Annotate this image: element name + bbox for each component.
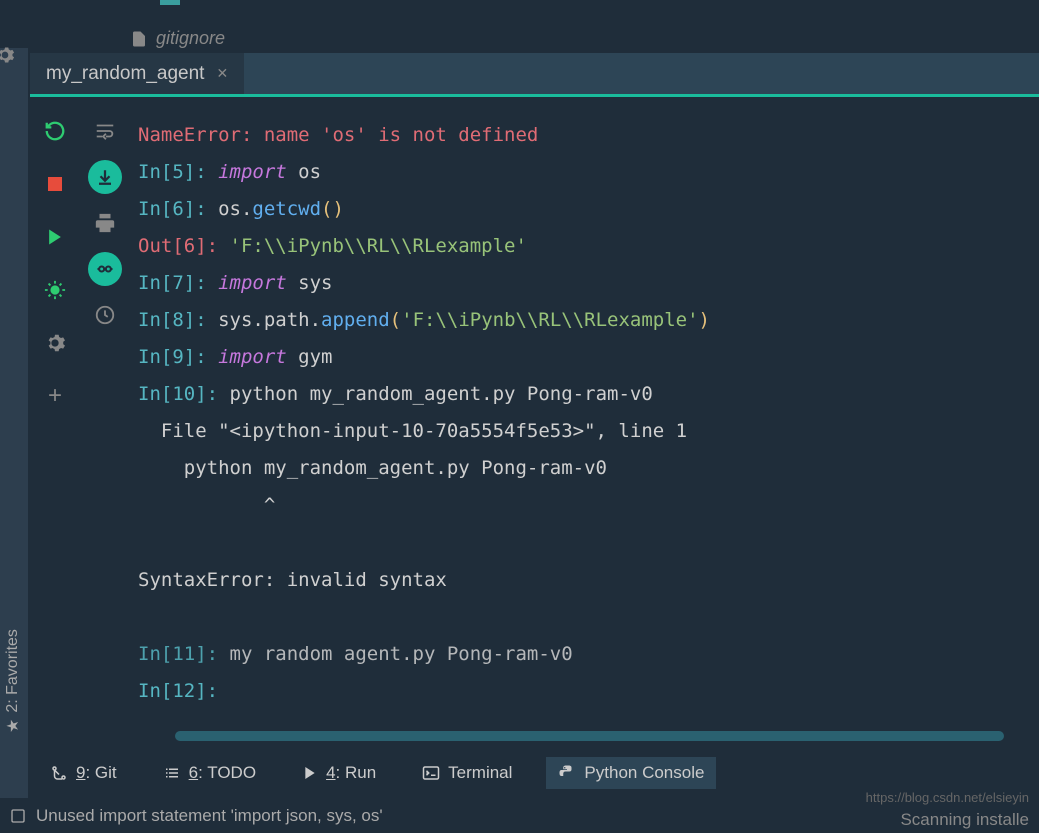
in11: In[11]: my random agent.py Pong-ram-v0	[138, 636, 1031, 673]
list-icon	[163, 764, 181, 782]
history-icon[interactable]	[91, 301, 119, 329]
action-column-1: +	[30, 97, 80, 753]
traceback-caret: ^	[138, 487, 1031, 524]
in5: In[5]: import os	[138, 154, 1031, 191]
syntax-error: SyntaxError: invalid syntax	[138, 562, 1031, 599]
terminal-icon	[422, 764, 440, 782]
in8: In[8]: sys.path.append('F:\\iPynb\\RL\\R…	[138, 302, 1031, 339]
debug-icon[interactable]	[41, 276, 69, 304]
python-icon	[558, 764, 576, 782]
favorites-label: 2: Favorites	[4, 629, 22, 713]
play-icon[interactable]	[41, 223, 69, 251]
settings-gear-icon[interactable]	[0, 45, 15, 70]
settings-icon[interactable]	[41, 329, 69, 357]
console-output[interactable]: NameError: name 'os' is not defined In[5…	[130, 97, 1039, 753]
favorites-panel-tab[interactable]: ★ 2: Favorites	[3, 629, 23, 733]
in10: In[10]: python my_random_agent.py Pong-r…	[138, 376, 1031, 413]
rerun-icon[interactable]	[41, 117, 69, 145]
action-column-2	[80, 97, 130, 753]
inspect-icon[interactable]	[88, 252, 122, 286]
tab-my-random-agent[interactable]: my_random_agent ✕	[30, 53, 244, 97]
horizontal-scrollbar[interactable]	[175, 731, 1004, 741]
console-area: + NameError: name 'os' is not defined In…	[30, 97, 1039, 753]
close-icon[interactable]: ✕	[216, 65, 228, 82]
in7: In[7]: import sys	[138, 265, 1031, 302]
star-icon: ★	[3, 719, 23, 733]
file-tree-row[interactable]: gitignore	[130, 28, 225, 49]
blank2	[138, 599, 1031, 636]
wrap-icon[interactable]	[91, 117, 119, 145]
download-icon[interactable]	[88, 160, 122, 194]
in12: In[12]:	[138, 673, 1031, 710]
in9: In[9]: import gym	[138, 339, 1031, 376]
in6: In[6]: os.getcwd()	[138, 191, 1031, 228]
file-icon	[130, 30, 148, 48]
tab-bar-rest	[244, 53, 1039, 97]
tool-run[interactable]: 4: Run	[290, 757, 388, 789]
print-icon[interactable]	[91, 209, 119, 237]
stop-icon[interactable]	[41, 170, 69, 198]
tool-terminal[interactable]: Terminal	[410, 757, 524, 789]
traceback-file: File "<ipython-input-10-70a5554f5e53>", …	[138, 413, 1031, 450]
traceback-echo: python my_random_agent.py Pong-ram-v0	[138, 450, 1031, 487]
bottom-tool-bar: 9: Git 6: TODO 4: Run Terminal Python Co…	[38, 753, 1039, 793]
status-warning: Unused import statement 'import json, sy…	[36, 806, 383, 826]
file-label: gitignore	[156, 28, 225, 49]
git-icon	[50, 764, 68, 782]
tab-bar: my_random_agent ✕	[30, 53, 1039, 97]
tool-python-console[interactable]: Python Console	[546, 757, 716, 789]
fragment-icon	[160, 0, 180, 5]
top-area: gitignore	[0, 0, 1039, 48]
tab-label: my_random_agent	[46, 63, 204, 85]
watermark: https://blog.csdn.net/elsieyin	[866, 790, 1029, 805]
tool-todo[interactable]: 6: TODO	[151, 757, 268, 789]
error-line: NameError: name 'os' is not defined	[138, 117, 1031, 154]
status-scanning: Scanning installe	[900, 810, 1029, 830]
out6: Out[6]: 'F:\\iPynb\\RL\\RLexample'	[138, 228, 1031, 265]
checkbox-icon[interactable]	[10, 808, 26, 824]
tool-git[interactable]: 9: Git	[38, 757, 129, 789]
add-icon[interactable]: +	[41, 382, 69, 410]
blank	[138, 525, 1031, 562]
play-small-icon	[302, 765, 318, 781]
